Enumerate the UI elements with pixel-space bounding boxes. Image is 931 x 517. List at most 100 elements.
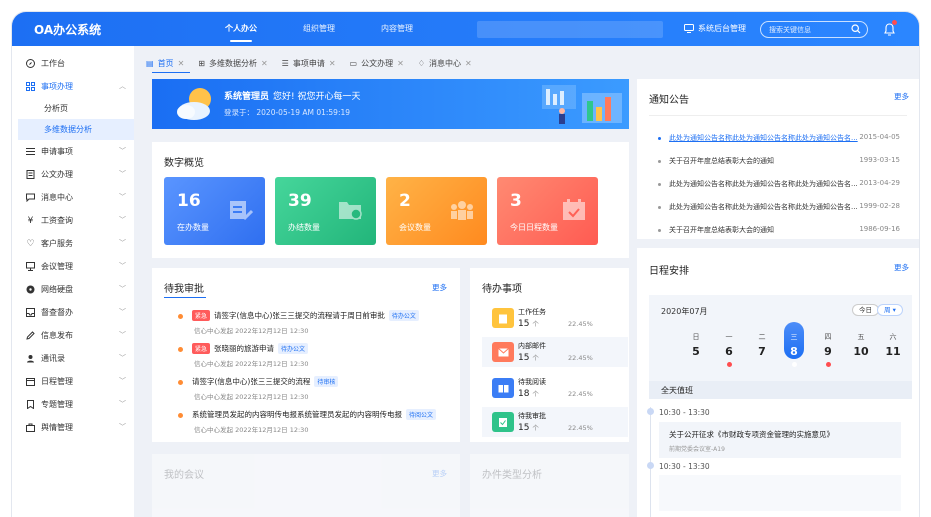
event-card[interactable]: 关于公开征求《市财政专项资金管理的实施意见》 前期党委会议室-A19 bbox=[659, 422, 901, 458]
sidebar-item-schedule[interactable]: 日程管理 ﹀ bbox=[12, 370, 134, 393]
close-icon[interactable]: ✕ bbox=[397, 59, 404, 68]
stat-in-progress[interactable]: 16 在办数量 bbox=[164, 177, 265, 245]
my-meetings-more-link[interactable]: 更多 bbox=[432, 468, 447, 479]
calendar-day[interactable]: 11 bbox=[883, 345, 903, 358]
stat-today-schedule[interactable]: 3 今日日程数量 bbox=[497, 177, 598, 245]
sidebar-item-netdisk[interactable]: 网络硬盘 ﹀ bbox=[12, 278, 134, 301]
chevron-down-icon: ﹀ bbox=[119, 262, 126, 270]
sidebar-item-meetings[interactable]: 会议管理 ﹀ bbox=[12, 255, 134, 278]
sidebar: 工作台 事项办理 ︿ 分析页 多维数据分析 申请事项 ﹀ 公文办理 ﹀ 消息中心 ﹀ ¥… bbox=[12, 46, 134, 517]
calendar-day[interactable]: 10 bbox=[851, 345, 871, 358]
sidebar-item-publish[interactable]: 信息发布 ﹀ bbox=[12, 324, 134, 347]
sidebar-subitem-multidim-analysis[interactable]: 多维数据分析 bbox=[18, 119, 134, 140]
bell-icon[interactable] bbox=[884, 20, 897, 40]
schedule-more-link[interactable]: 更多 bbox=[894, 262, 909, 273]
sidebar-item-topics[interactable]: 专题管理 ﹀ bbox=[12, 393, 134, 416]
app-window: OA办公系统 个人办公 组织管理 内容管理 系统后台管理 搜索关键信息 工作台 … bbox=[12, 12, 919, 517]
calendar-day[interactable]: 9 bbox=[818, 345, 838, 358]
approval-title-row: 紧急 张晓丽的旅游申请 待办公文 bbox=[192, 343, 309, 354]
close-icon[interactable]: ✕ bbox=[261, 59, 268, 68]
todo-item-reading[interactable]: 待我阅读 18 个 22.45% bbox=[482, 373, 628, 403]
doc-type-analysis-card: 办件类型分析 bbox=[470, 454, 629, 517]
chevron-down-icon: ﹀ bbox=[119, 170, 126, 178]
admin-link[interactable]: 系统后台管理 bbox=[684, 23, 746, 34]
search-input[interactable]: 搜索关键信息 bbox=[760, 21, 868, 38]
notice-item[interactable]: 关于召开年度总结表彰大会的通知 1986-09-16 bbox=[658, 225, 900, 235]
close-icon[interactable]: ✕ bbox=[329, 59, 336, 68]
calendar-month: 2020年07月 bbox=[661, 307, 708, 316]
todo-count-row: 15 个 bbox=[518, 318, 539, 329]
calendar-day-selected[interactable]: 8 bbox=[784, 345, 804, 358]
approval-title-row: 请签字(信息中心)张三三提交的流程 待审核 bbox=[192, 376, 339, 387]
todo-item-mail[interactable]: 内部邮件 15 个 22.45% bbox=[482, 337, 628, 367]
bullet-dot bbox=[178, 413, 183, 418]
top-nav: 个人办公 组织管理 内容管理 bbox=[202, 12, 436, 46]
stat-completed[interactable]: 39 办结数量 bbox=[275, 177, 376, 245]
event-dot bbox=[826, 362, 831, 367]
approvals-more-link[interactable]: 更多 bbox=[432, 282, 447, 293]
weekday-label: 一 bbox=[725, 333, 733, 341]
todo-item-tasks[interactable]: 工作任务 15 个 22.45% bbox=[482, 303, 628, 333]
tab-multidim-analysis[interactable]: ⊞ 多维数据分析 ✕ bbox=[198, 58, 267, 69]
stat-meetings[interactable]: 2 会议数量 bbox=[386, 177, 487, 245]
nav-content-management[interactable]: 内容管理 bbox=[358, 12, 436, 46]
todo-name: 工作任务 bbox=[518, 308, 546, 316]
calendar-day[interactable]: 5 bbox=[686, 345, 706, 358]
sidebar-item-workbench[interactable]: 工作台 bbox=[12, 52, 134, 75]
view-mode-select[interactable]: 周 ▾ bbox=[877, 304, 903, 316]
todo-name: 内部邮件 bbox=[518, 342, 546, 350]
todo-count-row: 15 个 bbox=[518, 422, 539, 433]
banner-login-time: 登录于： 2020-05-19 AM 01:59:19 bbox=[224, 108, 351, 117]
my-meetings-title: 我的会议 bbox=[164, 470, 204, 481]
tab-documents[interactable]: ▭ 公文办理 ✕ bbox=[350, 58, 404, 69]
chevron-down-icon: ﹀ bbox=[119, 377, 126, 385]
sidebar-label: 专题管理 bbox=[41, 400, 73, 409]
tab-home[interactable]: ▤ 首页 ✕ bbox=[146, 58, 184, 69]
tab-apply[interactable]: ☰ 事项申请 ✕ bbox=[282, 58, 336, 69]
approval-title: 请签字(信息中心)张三三提交的流程请于周日前审批 bbox=[214, 311, 385, 320]
close-icon[interactable]: ✕ bbox=[178, 59, 185, 68]
notices-title: 通知公告 bbox=[649, 95, 689, 106]
sidebar-subitem-analysis[interactable]: 分析页 bbox=[18, 98, 134, 119]
todo-unit: 个 bbox=[532, 390, 539, 398]
welcome-banner: 系统管理员 您好! 祝您开心每一天 登录于： 2020-05-19 AM 01:5… bbox=[152, 79, 629, 129]
sidebar-label: 公文办理 bbox=[41, 170, 73, 179]
timeline-dot bbox=[647, 462, 654, 469]
sidebar-item-messages[interactable]: 消息中心 ﹀ bbox=[12, 186, 134, 209]
allday-bar: 全天值班 bbox=[649, 381, 912, 399]
nav-personal-office[interactable]: 个人办公 bbox=[202, 12, 280, 46]
search-icon[interactable] bbox=[851, 24, 861, 34]
sidebar-item-sentiment[interactable]: 舆情管理 ﹀ bbox=[12, 416, 134, 439]
notice-item[interactable]: 关于召开年度总结表彰大会的通知 1993-03-15 bbox=[658, 156, 900, 166]
close-icon[interactable]: ✕ bbox=[465, 59, 472, 68]
timeline-dot bbox=[647, 408, 654, 415]
sidebar-item-supervision[interactable]: 督查督办 ﹀ bbox=[12, 301, 134, 324]
sidebar-item-documents[interactable]: 公文办理 ﹀ bbox=[12, 163, 134, 186]
bullet-dot bbox=[178, 347, 183, 352]
top-bar-blank-field[interactable] bbox=[477, 21, 663, 38]
todo-unit: 个 bbox=[532, 354, 539, 362]
monitor-icon bbox=[26, 262, 35, 271]
today-button[interactable]: 今日 bbox=[852, 304, 879, 316]
sidebar-item-customer[interactable]: ♡ 客户服务 ﹀ bbox=[12, 232, 134, 255]
notice-text: 此处为通知公告名称此处为通知公告名称此处为通知公告名... bbox=[669, 180, 858, 188]
notice-item[interactable]: 此处为通知公告名称此处为通知公告名称此处为通知公告名... 1999-02-28 bbox=[658, 202, 900, 212]
notice-date: 1999-02-28 bbox=[859, 202, 900, 210]
calendar-day[interactable]: 7 bbox=[752, 345, 772, 358]
calendar-day[interactable]: 6 bbox=[719, 345, 739, 358]
stat-value: 16 bbox=[177, 191, 201, 211]
sidebar-item-apply[interactable]: 申请事项 ﹀ bbox=[12, 140, 134, 163]
notice-item[interactable]: 此处为通知公告名称此处为通知公告名称此处为通知公告名... 2013-04-29 bbox=[658, 179, 900, 189]
notices-more-link[interactable]: 更多 bbox=[894, 91, 909, 102]
notice-date: 2013-04-29 bbox=[859, 179, 900, 187]
sidebar-item-contacts[interactable]: 通讯录 ﹀ bbox=[12, 347, 134, 370]
book-icon bbox=[492, 378, 514, 398]
nav-org-management[interactable]: 组织管理 bbox=[280, 12, 358, 46]
event-card-placeholder[interactable] bbox=[659, 475, 901, 511]
sidebar-item-affairs[interactable]: 事项办理 ︿ bbox=[12, 75, 134, 98]
notice-item[interactable]: 此处为通知公告名称此处为通知公告名称此处为通知公告名... 2015-04-05 bbox=[658, 133, 900, 143]
weekday-label: 日 bbox=[692, 333, 700, 341]
tab-messages[interactable]: ♢ 消息中心 ✕ bbox=[418, 58, 472, 69]
sidebar-item-salary[interactable]: ¥ 工资查询 ﹀ bbox=[12, 209, 134, 232]
todo-item-approvals[interactable]: 待我审批 15 个 22.45% bbox=[482, 407, 628, 437]
